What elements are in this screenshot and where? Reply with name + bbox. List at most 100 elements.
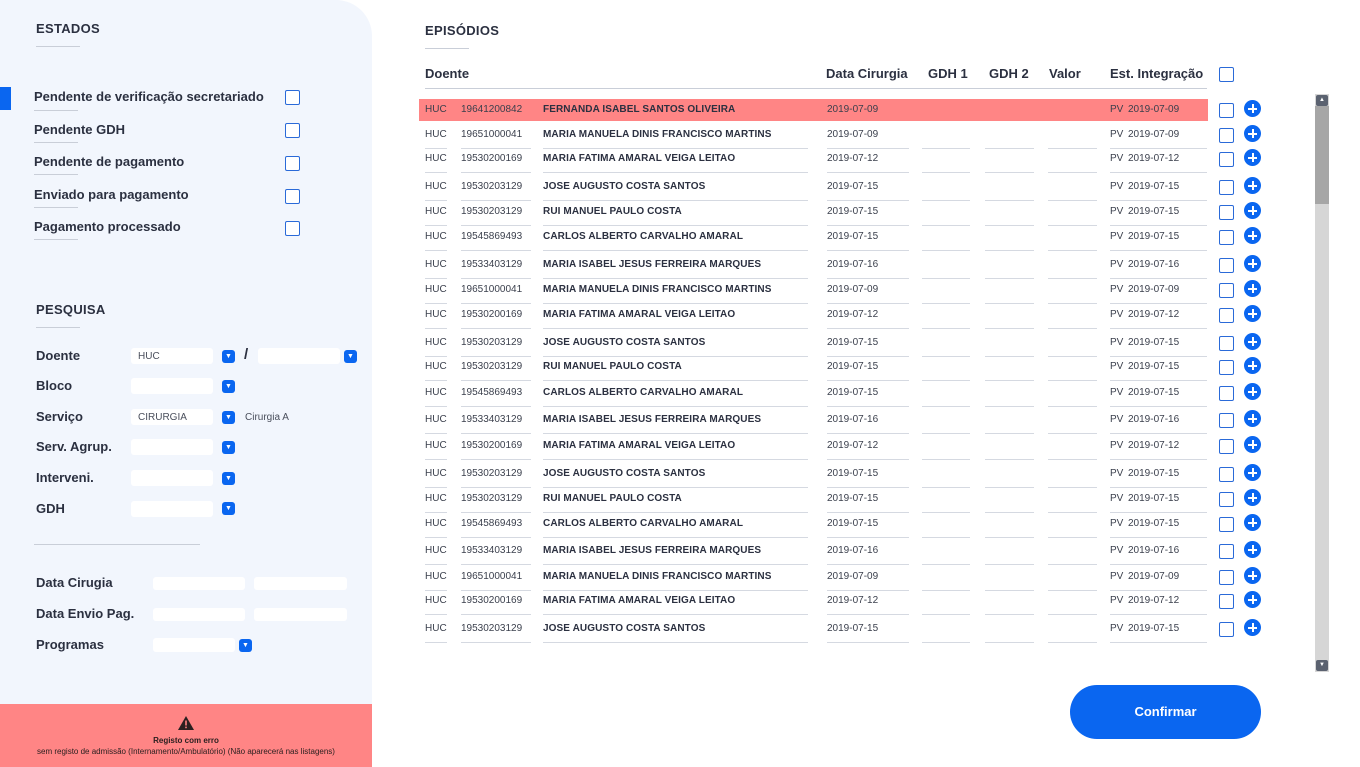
add-icon[interactable] (1244, 100, 1261, 117)
programas-select[interactable] (153, 638, 235, 652)
row-checkbox[interactable] (1219, 336, 1234, 351)
scroll-down-icon[interactable]: ▼ (1316, 660, 1328, 671)
table-row[interactable]: HUC 19651000041 MARIA MANUELA DINIS FRANCI… (419, 279, 1208, 304)
doente-number-select[interactable] (258, 348, 340, 364)
chevron-down-icon[interactable]: ▼ (222, 472, 235, 485)
row-checkbox[interactable] (1219, 386, 1234, 401)
interveni-select[interactable] (131, 470, 213, 486)
estado-item-pendente-verificacao[interactable]: Pendente de verificação secretariado (34, 89, 304, 119)
table-row[interactable]: HUC 19530203129 JOSE AUGUSTO COSTA SANTOS 2… (419, 176, 1208, 201)
scroll-up-icon[interactable]: ▲ (1316, 95, 1328, 106)
table-row[interactable]: HUC 19533403129 MARIA ISABEL JESUS FERREIR… (419, 540, 1208, 565)
row-checkbox[interactable] (1219, 180, 1234, 195)
table-row[interactable]: HUC 19530200169 MARIA FATIMA AMARAL VEIGA … (419, 435, 1208, 460)
chevron-down-icon[interactable]: ▼ (222, 380, 235, 393)
table-row[interactable]: HUC 19651000041 MARIA MANUELA DINIS FRANCI… (419, 124, 1208, 149)
add-icon[interactable] (1244, 177, 1261, 194)
chevron-down-icon[interactable]: ▼ (239, 639, 252, 652)
row-checkbox[interactable] (1219, 413, 1234, 428)
add-icon[interactable] (1244, 202, 1261, 219)
estado-item-pagamento-processado[interactable]: Pagamento processado (34, 219, 304, 249)
table-row[interactable]: HUC 19530203129 RUI MANUEL PAULO COSTA 2019… (419, 201, 1208, 226)
row-checkbox[interactable] (1219, 594, 1234, 609)
table-scrollbar[interactable]: ▲ ▼ (1315, 94, 1329, 672)
serv-agrup-select[interactable] (131, 439, 213, 455)
data-cirugia-to-input[interactable] (254, 577, 347, 590)
estado-checkbox[interactable] (285, 123, 300, 138)
add-icon[interactable] (1244, 464, 1261, 481)
row-checkbox[interactable] (1219, 205, 1234, 220)
gdh-select[interactable] (131, 501, 213, 517)
table-row[interactable]: HUC 19651000041 MARIA MANUELA DINIS FRANCI… (419, 566, 1208, 591)
row-checkbox[interactable] (1219, 570, 1234, 585)
row-checkbox[interactable] (1219, 152, 1234, 167)
table-row[interactable]: HUC 19530203129 RUI MANUEL PAULO COSTA 2019… (419, 488, 1208, 513)
row-checkbox[interactable] (1219, 517, 1234, 532)
chevron-down-icon[interactable]: ▼ (222, 350, 235, 363)
estado-checkbox[interactable] (285, 189, 300, 204)
row-checkbox[interactable] (1219, 230, 1234, 245)
add-icon[interactable] (1244, 383, 1261, 400)
table-row[interactable]: HUC 19533403129 MARIA ISABEL JESUS FERREIR… (419, 409, 1208, 434)
add-icon[interactable] (1244, 333, 1261, 350)
table-row[interactable]: HUC 19530203129 JOSE AUGUSTO COSTA SANTOS 2… (419, 463, 1208, 488)
table-row[interactable]: HUC 19545869493 CARLOS ALBERTO CARVALHO AM… (419, 382, 1208, 407)
add-icon[interactable] (1244, 125, 1261, 142)
row-checkbox[interactable] (1219, 103, 1234, 118)
data-envio-to-input[interactable] (254, 608, 347, 621)
add-icon[interactable] (1244, 357, 1261, 374)
table-row[interactable]: HUC 19530203129 JOSE AUGUSTO COSTA SANTOS 2… (419, 332, 1208, 357)
row-checkbox[interactable] (1219, 544, 1234, 559)
row-checkbox[interactable] (1219, 258, 1234, 273)
add-icon[interactable] (1244, 619, 1261, 636)
column-header-data-cirurgia[interactable]: Data Cirurgia (826, 66, 908, 81)
estado-item-pendente-pagamento[interactable]: Pendente de pagamento (34, 154, 304, 184)
data-cirugia-from-input[interactable] (153, 577, 245, 590)
select-all-checkbox[interactable] (1219, 67, 1234, 82)
estado-checkbox[interactable] (285, 90, 300, 105)
table-row[interactable]: HUC 19530203129 RUI MANUEL PAULO COSTA 2019… (419, 356, 1208, 381)
row-checkbox[interactable] (1219, 308, 1234, 323)
row-checkbox[interactable] (1219, 360, 1234, 375)
add-icon[interactable] (1244, 541, 1261, 558)
add-icon[interactable] (1244, 514, 1261, 531)
column-header-est-integracao[interactable]: Est. Integração (1110, 66, 1203, 81)
add-icon[interactable] (1244, 591, 1261, 608)
add-icon[interactable] (1244, 149, 1261, 166)
row-checkbox[interactable] (1219, 128, 1234, 143)
add-icon[interactable] (1244, 305, 1261, 322)
chevron-down-icon[interactable]: ▼ (222, 441, 235, 454)
estado-checkbox[interactable] (285, 221, 300, 236)
table-row[interactable]: HUC 19530203129 JOSE AUGUSTO COSTA SANTOS 2… (419, 618, 1208, 643)
chevron-down-icon[interactable]: ▼ (222, 502, 235, 515)
table-row[interactable]: HUC 19641200842 FERNANDA ISABEL SANTOS OLI… (419, 99, 1208, 121)
add-icon[interactable] (1244, 280, 1261, 297)
table-row[interactable]: HUC 19530200169 MARIA FATIMA AMARAL VEIGA … (419, 304, 1208, 329)
table-row[interactable]: HUC 19545869493 CARLOS ALBERTO CARVALHO AM… (419, 513, 1208, 538)
estado-item-pendente-gdh[interactable]: Pendente GDH (34, 122, 304, 152)
table-row[interactable]: HUC 19545869493 CARLOS ALBERTO CARVALHO AM… (419, 226, 1208, 251)
data-envio-from-input[interactable] (153, 608, 245, 621)
confirm-button[interactable]: Confirmar (1070, 685, 1261, 739)
row-checkbox[interactable] (1219, 622, 1234, 637)
column-header-gdh2[interactable]: GDH 2 (989, 66, 1029, 81)
table-row[interactable]: HUC 19533403129 MARIA ISABEL JESUS FERREIR… (419, 254, 1208, 279)
doente-hospital-select[interactable]: HUC (131, 348, 213, 364)
column-header-valor[interactable]: Valor (1049, 66, 1081, 81)
table-row[interactable]: HUC 19530200169 MARIA FATIMA AMARAL VEIGA … (419, 590, 1208, 615)
add-icon[interactable] (1244, 489, 1261, 506)
servico-select[interactable]: CIRURGIA (131, 409, 213, 425)
row-checkbox[interactable] (1219, 439, 1234, 454)
row-checkbox[interactable] (1219, 492, 1234, 507)
add-icon[interactable] (1244, 255, 1261, 272)
scrollbar-thumb[interactable] (1315, 106, 1329, 204)
add-icon[interactable] (1244, 227, 1261, 244)
table-row[interactable]: HUC 19530200169 MARIA FATIMA AMARAL VEIGA … (419, 148, 1208, 173)
add-icon[interactable] (1244, 410, 1261, 427)
column-header-gdh1[interactable]: GDH 1 (928, 66, 968, 81)
column-header-doente[interactable]: Doente (425, 66, 469, 81)
row-checkbox[interactable] (1219, 467, 1234, 482)
row-checkbox[interactable] (1219, 283, 1234, 298)
chevron-down-icon[interactable]: ▼ (344, 350, 357, 363)
estado-checkbox[interactable] (285, 156, 300, 171)
